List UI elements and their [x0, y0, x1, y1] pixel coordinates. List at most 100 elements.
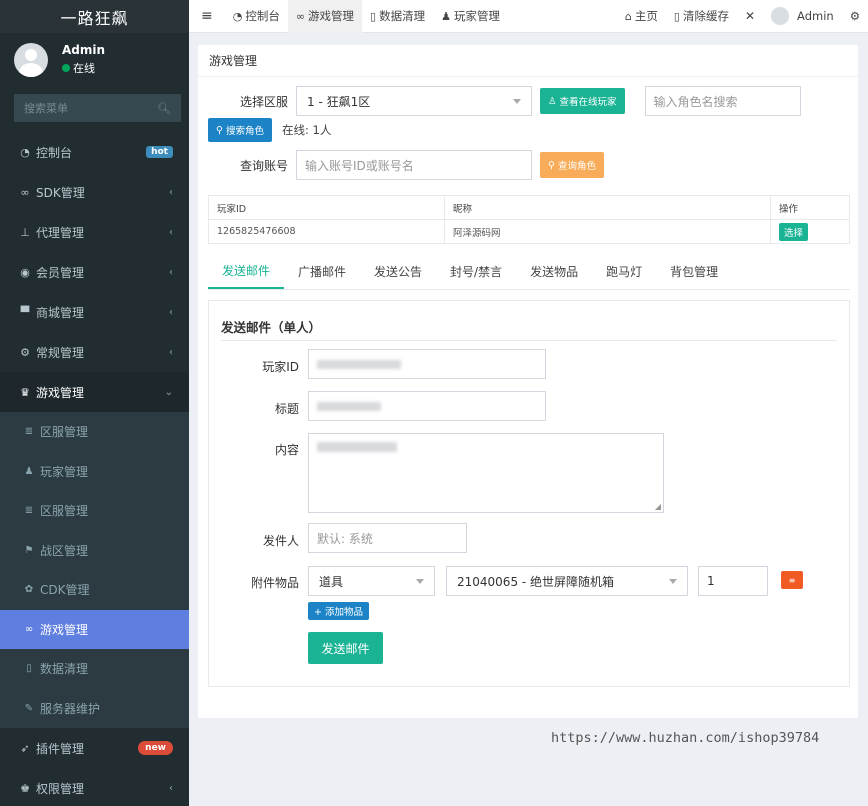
- sidebar-item-label: 玩家管理: [40, 464, 89, 479]
- trash-icon: ▯: [26, 663, 32, 675]
- chevron-left-icon: ‹: [169, 266, 173, 278]
- chevron-down-icon: ⌄: [164, 386, 173, 398]
- tab-player-management[interactable]: ♟ 玩家管理: [433, 0, 508, 33]
- tab-broadcast-mail[interactable]: 广播邮件: [284, 254, 360, 289]
- chevron-left-icon: ‹: [169, 346, 173, 358]
- sidebar-item-plugins[interactable]: ➶ 插件管理 new: [0, 728, 189, 768]
- home-label: 主页: [634, 9, 658, 23]
- fullscreen-button[interactable]: ✕: [737, 0, 763, 33]
- avatar: [14, 42, 48, 77]
- attachment-label: 附件物品: [250, 576, 299, 590]
- sidebar-item-agent[interactable]: ⊥ 代理管理 ‹: [0, 212, 189, 252]
- player-table: 玩家ID 昵称 操作 1265825476608 阿泽源码网 选择: [208, 195, 850, 244]
- select-player-button[interactable]: 选择: [779, 222, 809, 241]
- sidebar-subitem-warzone[interactable]: ⚑ 战区管理: [0, 531, 189, 571]
- brand-logo[interactable]: 一路狂飙: [0, 0, 189, 33]
- cogs-icon: ⚙: [20, 345, 30, 359]
- send-mail-panel: 发送邮件（单人） 玩家ID 标题 内容 ◢ 发件人 默认: 系统 附件物品 道具…: [208, 300, 850, 687]
- sidebar-item-shop[interactable]: ▀ 商城管理 ‹: [0, 292, 189, 332]
- link-icon: ∞: [295, 9, 306, 23]
- search-icon: ⚲: [216, 124, 223, 136]
- view-online-players-button[interactable]: ♙ 查看在线玩家: [540, 88, 625, 114]
- page-title: 游戏管理: [198, 45, 858, 77]
- attachment-item-value: 21040065 - 绝世屏障随机箱: [457, 574, 615, 589]
- sidebar-item-dashboard[interactable]: ◔ 控制台 hot: [0, 132, 189, 172]
- column-header: 昵称: [444, 195, 771, 220]
- home-link[interactable]: ⌂ 主页: [617, 0, 666, 33]
- sidebar-search-placeholder: 搜索菜单: [24, 102, 68, 115]
- list-icon: ≣: [24, 505, 34, 517]
- sidebar-item-label: 权限管理: [36, 781, 85, 796]
- remove-attachment-button[interactable]: ≡: [781, 571, 803, 589]
- subject-label: 标题: [274, 402, 299, 416]
- resize-handle-icon[interactable]: ◢: [655, 502, 661, 511]
- game-submenu: ≣ 区服管理 ♟ 玩家管理 ≣ 区服管理 ⚑ 战区管理 ✿ CDK管理 ∞ 游戏管理 ▯ 数据…: [0, 412, 189, 728]
- attachment-quantity-field[interactable]: 1: [698, 566, 768, 596]
- sidebar-toggle-button[interactable]: ≡: [189, 0, 225, 33]
- flag-icon: ⚑: [24, 544, 34, 556]
- server-select[interactable]: 1 - 狂飙1区: [296, 86, 532, 116]
- rocket-icon: ➶: [20, 741, 30, 755]
- query-role-button[interactable]: ⚲ 查询角色: [540, 152, 604, 178]
- cart-icon: ▀: [20, 305, 30, 319]
- sidebar-item-label: 控制台: [36, 145, 73, 160]
- tab-dashboard[interactable]: ◔ 控制台: [225, 0, 288, 33]
- sidebar-subitem-data-clean[interactable]: ▯ 数据清理: [0, 649, 189, 689]
- settings-gear-icon[interactable]: ⚙: [842, 0, 868, 33]
- sidebar-item-general[interactable]: ⚙ 常规管理 ‹: [0, 332, 189, 372]
- subject-field[interactable]: [308, 391, 546, 421]
- clear-cache-button[interactable]: ▯ 清除缓存: [666, 0, 737, 33]
- sidebar-search-input[interactable]: 搜索菜单 🔍︎: [14, 94, 181, 122]
- attachment-type-select[interactable]: 道具: [308, 566, 435, 596]
- tab-ban-mute[interactable]: 封号/禁言: [436, 254, 516, 289]
- trash-icon: ▯: [673, 9, 680, 23]
- trophy-icon: ♛: [20, 385, 30, 399]
- trash-icon: ▯: [370, 9, 377, 23]
- users-icon: ♚: [20, 781, 30, 795]
- role-search-input[interactable]: 输入角色名搜索: [644, 86, 801, 116]
- chevron-left-icon: ‹: [169, 782, 173, 794]
- search-icon[interactable]: 🔍︎: [157, 102, 171, 115]
- user-menu[interactable]: Admin: [763, 0, 842, 33]
- attachment-item-select[interactable]: 21040065 - 绝世屏障随机箱: [446, 566, 688, 596]
- chevron-down-icon: [669, 578, 677, 584]
- tab-send-items[interactable]: 发送物品: [516, 254, 592, 289]
- avatar: [771, 7, 790, 25]
- chevron-down-icon: [513, 98, 521, 104]
- chevron-left-icon: ‹: [169, 226, 173, 238]
- sidebar-item-member[interactable]: ◉ 会员管理 ‹: [0, 252, 189, 292]
- send-mail-button[interactable]: 发送邮件: [308, 632, 383, 664]
- trash-icon: ≡: [788, 575, 796, 585]
- tab-marquee[interactable]: 跑马灯: [592, 254, 656, 289]
- account-input[interactable]: 输入账号ID或账号名: [296, 150, 532, 180]
- sidebar-item-permissions[interactable]: ♚ 权限管理 ‹: [0, 768, 189, 806]
- sidebar-subitem-server-2[interactable]: ≣ 区服管理: [0, 491, 189, 531]
- sidebar-subitem-game[interactable]: ∞ 游戏管理: [0, 609, 189, 649]
- sidebar-subitem-maintenance[interactable]: ✎ 服务器维护: [0, 689, 189, 729]
- tab-send-mail[interactable]: 发送邮件: [208, 254, 285, 289]
- sender-field[interactable]: 默认: 系统: [308, 523, 467, 553]
- player-id-label: 玩家ID: [262, 360, 299, 374]
- user-icon: ♙: [548, 95, 557, 107]
- user-panel: Admin 在线: [0, 33, 189, 86]
- server-label: 选择区服: [239, 94, 288, 109]
- sidebar-subitem-player[interactable]: ♟ 玩家管理: [0, 452, 189, 492]
- tab-data-clean[interactable]: ▯ 数据清理: [362, 0, 433, 33]
- online-dot-icon: [62, 64, 70, 72]
- sidebar-item-label: 战区管理: [40, 543, 89, 558]
- tab-game-management[interactable]: ∞ 游戏管理: [287, 0, 363, 33]
- player-id-field[interactable]: [308, 349, 546, 379]
- add-item-button[interactable]: + 添加物品: [308, 602, 369, 620]
- sidebar-subitem-server[interactable]: ≣ 区服管理: [0, 412, 189, 452]
- content-textarea[interactable]: ◢: [308, 433, 664, 513]
- tab-inventory[interactable]: 背包管理: [656, 254, 732, 289]
- sidebar-subitem-cdk[interactable]: ✿ CDK管理: [0, 570, 189, 610]
- tab-label: 控制台: [245, 9, 280, 23]
- sidebar-item-sdk[interactable]: ∞ SDK管理 ‹: [0, 172, 189, 212]
- sidebar-item-label: 数据清理: [40, 662, 89, 677]
- search-role-button[interactable]: ⚲ 搜索角色: [208, 118, 272, 142]
- sidebar-item-game[interactable]: ♛ 游戏管理 ⌄: [0, 372, 189, 412]
- content-label: 内容: [274, 443, 299, 457]
- tab-announcement[interactable]: 发送公告: [360, 254, 436, 289]
- wrench-icon: ✎: [24, 702, 34, 714]
